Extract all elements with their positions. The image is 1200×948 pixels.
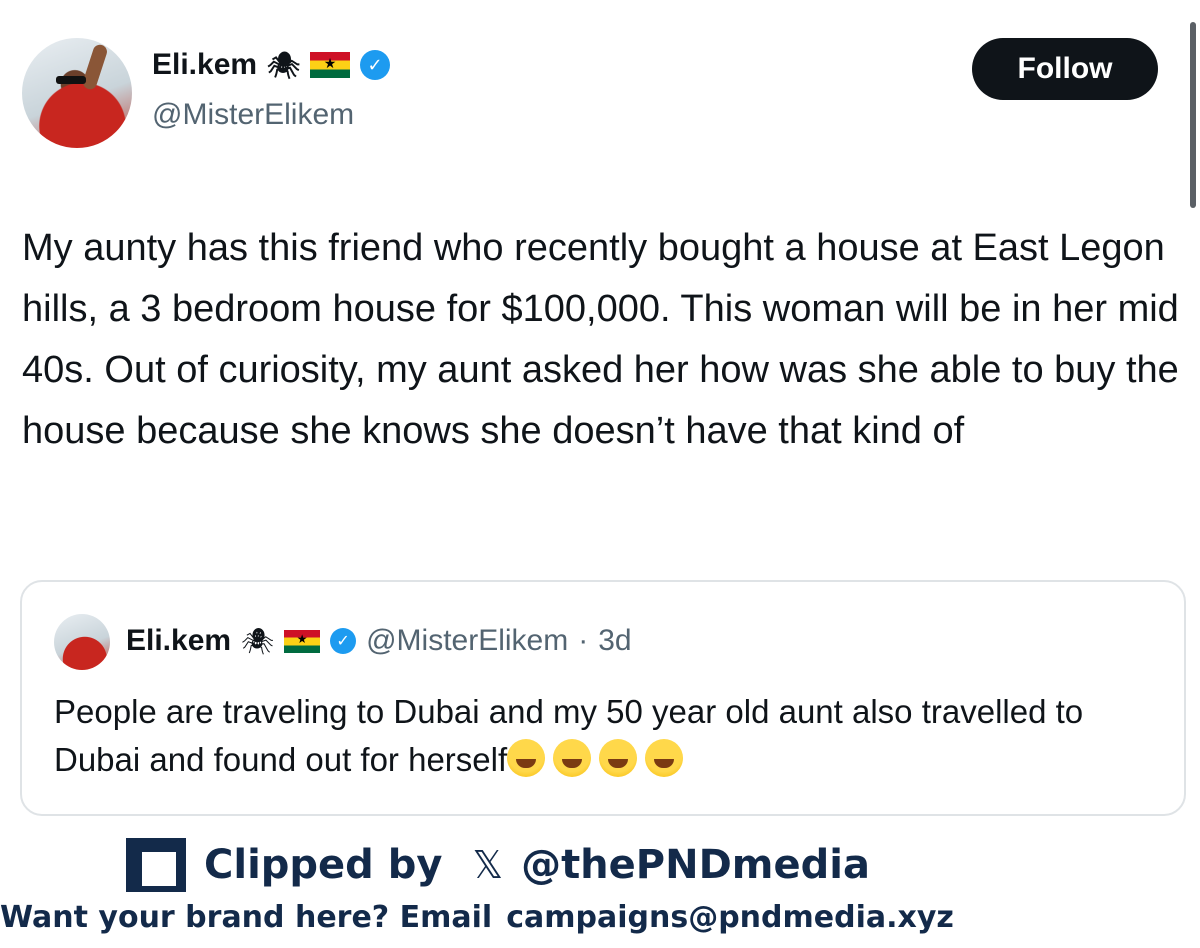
footer-cta-text: Want your brand here? Email: [0, 900, 493, 935]
follow-button[interactable]: Follow: [972, 38, 1158, 100]
author-name-row: Eli.kem 🕷 ✓: [152, 48, 391, 82]
quote-text: People are traveling to Dubai and my 50 …: [54, 688, 1164, 784]
clipped-by-label: Clipped by: [204, 842, 443, 888]
footer-email[interactable]: campaigns@pndmedia.xyz: [506, 900, 954, 935]
laughing-emoji-icon: [507, 739, 546, 777]
footer-cta: Want your brand here? Email campaigns@pnd…: [0, 900, 1200, 935]
quote-author-name[interactable]: Eli.kem: [126, 624, 231, 658]
verified-badge-icon: ✓: [360, 50, 391, 80]
author-handle[interactable]: @MisterElikem: [152, 98, 354, 132]
quote-author-handle[interactable]: @MisterElikem: [366, 624, 568, 658]
laughing-emoji-icon: [599, 739, 638, 777]
ghana-flag-icon: [284, 629, 321, 653]
quote-separator: ·: [578, 624, 589, 657]
quote-timestamp[interactable]: 3d: [598, 624, 631, 658]
spider-icon: 🕷: [267, 50, 301, 80]
verified-badge-icon: ✓: [330, 628, 357, 654]
avatar-sunglasses: [56, 76, 86, 84]
clipped-by-banner: Clipped by 𝕏 @thePNDmedia: [126, 838, 870, 892]
author-name[interactable]: Eli.kem: [152, 48, 257, 82]
quote-tweet-card[interactable]: Eli.kem 🕷 ✓ @MisterElikem · 3d People ar…: [20, 580, 1186, 816]
x-logo-icon: 𝕏: [472, 843, 504, 887]
tweet-text: My aunty has this friend who recently bo…: [22, 227, 1179, 452]
laughing-emoji-icon: [553, 739, 592, 777]
quote-avatar[interactable]: [54, 614, 110, 670]
spider-icon: 🕷: [241, 626, 275, 656]
clipped-handle: @thePNDmedia: [521, 842, 870, 888]
quote-header: Eli.kem 🕷 ✓ @MisterElikem · 3d: [126, 624, 632, 658]
pnd-logo-icon: [126, 838, 186, 892]
scrollbar-thumb[interactable]: [1190, 22, 1196, 208]
laughing-emoji-icon: [645, 739, 684, 777]
ghana-flag-icon: [310, 52, 351, 78]
avatar[interactable]: [22, 38, 132, 148]
avatar-arm: [81, 42, 109, 92]
